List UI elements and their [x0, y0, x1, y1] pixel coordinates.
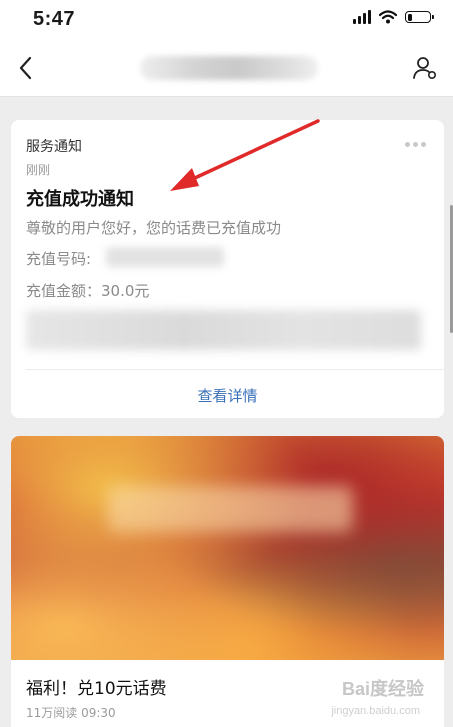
watermark-sub: jingyan.baidu.com: [331, 705, 420, 717]
recharge-amount: 充值金额：30.0元: [26, 282, 150, 300]
status-icons: [353, 10, 434, 24]
profile-button[interactable]: [409, 52, 441, 84]
wifi-icon: [379, 10, 397, 24]
article-item[interactable]: 福利！兑10元话费 11万阅读 09:30 Bai度经验 jingyan.bai…: [11, 660, 444, 727]
card-divider: [26, 369, 444, 370]
article-meta: 11万阅读 09:30: [26, 706, 116, 720]
notification-description: 尊敬的用户您好，您的话费已充值成功: [26, 219, 282, 237]
notification-time: 刚刚: [26, 163, 51, 177]
recharge-number-label: 充值号码:: [26, 250, 92, 268]
redacted-remark: [26, 310, 421, 350]
notification-title: 充值成功通知: [26, 189, 134, 210]
service-name: 服务通知: [26, 139, 82, 155]
more-icon[interactable]: [405, 142, 426, 147]
banner-text-redacted: [108, 486, 353, 532]
user-settings-icon: [413, 57, 436, 79]
nav-title-redacted: [140, 56, 318, 80]
notification-card[interactable]: 服务通知 刚刚 充值成功通知 尊敬的用户您好，您的话费已充值成功 充值号码: 充…: [11, 120, 444, 418]
back-button[interactable]: [10, 52, 42, 84]
signal-icon: [353, 10, 371, 24]
view-details-link[interactable]: 查看详情: [11, 385, 444, 406]
chevron-left-icon: [19, 56, 32, 80]
battery-icon: [405, 11, 434, 23]
nav-bar: [0, 40, 453, 97]
banner-image: [11, 436, 444, 660]
battery-fill: [407, 13, 412, 21]
article-title[interactable]: 福利！兑10元话费: [26, 674, 167, 699]
promo-banner[interactable]: [11, 436, 444, 660]
watermark: Bai度经验: [341, 679, 424, 699]
recharge-number-redacted: [106, 247, 224, 267]
status-time: 5:47: [33, 8, 76, 30]
status-bar: 5:47: [0, 0, 453, 40]
